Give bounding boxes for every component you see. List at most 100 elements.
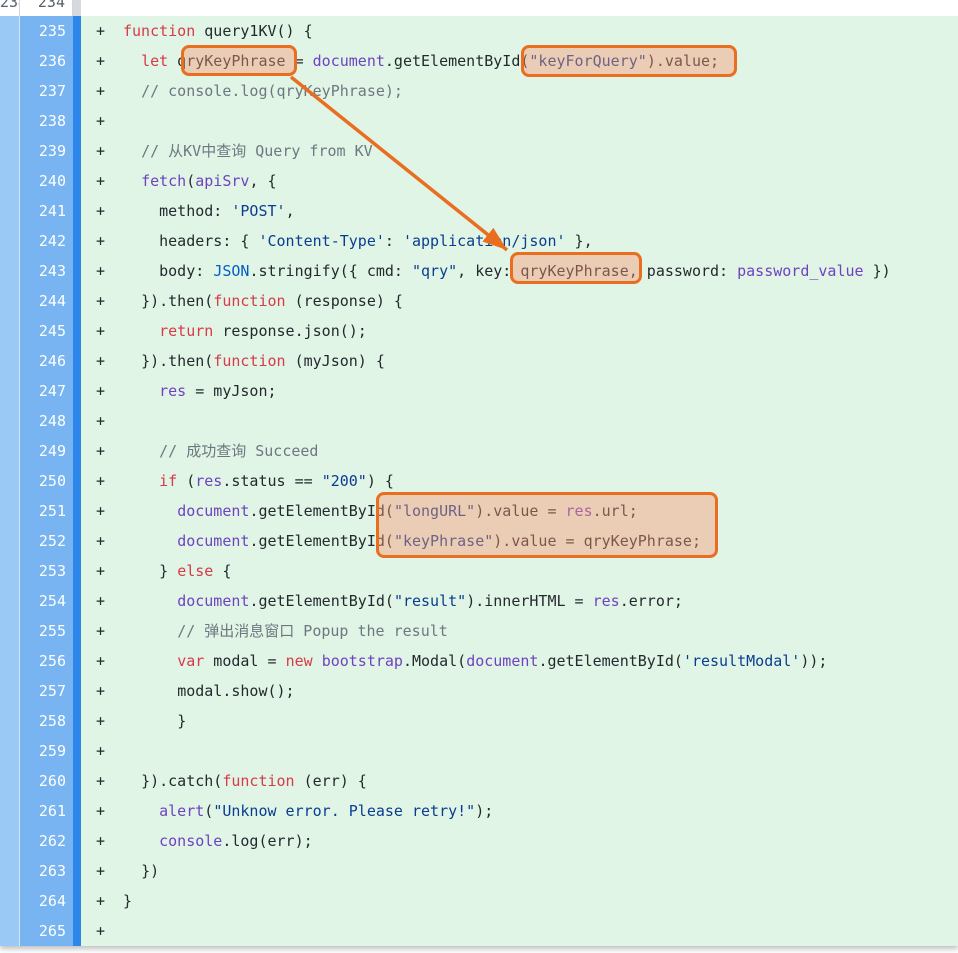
- old-line-number-cell: [0, 106, 20, 136]
- new-line-number[interactable]: 239: [20, 136, 73, 166]
- new-line-number[interactable]: 265: [20, 916, 73, 946]
- old-line-number-cell[interactable]: 234: [0, 0, 20, 16]
- added-marker-strip: [73, 406, 81, 436]
- new-line-number[interactable]: 242: [20, 226, 73, 256]
- diff-line-row: 262 + console.log(err);: [0, 826, 958, 856]
- diff-line-row: 261 + alert("Unknow error. Please retry!"…: [0, 796, 958, 826]
- code-cell: +: [81, 106, 958, 136]
- code-cell: + }).catch(function (err) {: [81, 766, 958, 796]
- added-marker-strip: [73, 76, 81, 106]
- add-marker: +: [96, 826, 105, 856]
- new-line-number[interactable]: 253: [20, 556, 73, 586]
- add-marker: +: [96, 376, 105, 406]
- code-text: }).then(function (myJson) {: [123, 346, 385, 376]
- add-marker: +: [96, 106, 105, 136]
- diff-line-row: 258+ }: [0, 706, 958, 736]
- diff-line-row: 248+: [0, 406, 958, 436]
- new-line-number[interactable]: 256: [20, 646, 73, 676]
- add-marker: +: [96, 886, 105, 916]
- old-line-number-cell: [0, 406, 20, 436]
- old-line-number-cell: [0, 586, 20, 616]
- new-line-number[interactable]: 240: [20, 166, 73, 196]
- add-marker: +: [96, 136, 105, 166]
- code-text: var modal = new bootstrap.Modal(document…: [123, 646, 827, 676]
- old-line-number-cell: [0, 556, 20, 586]
- new-line-number[interactable]: 250: [20, 466, 73, 496]
- new-line-number[interactable]: 247: [20, 376, 73, 406]
- new-line-number[interactable]: 255: [20, 616, 73, 646]
- code-text: console.log(err);: [123, 826, 313, 856]
- diff-line-row: 249 + // 成功查询 Succeed: [0, 436, 958, 466]
- code-text: } else {: [123, 556, 231, 586]
- new-line-number[interactable]: 235: [20, 16, 73, 46]
- new-line-number[interactable]: 257: [20, 676, 73, 706]
- diff-line-row: 253 + } else {: [0, 556, 958, 586]
- code-text: method: 'POST',: [123, 196, 295, 226]
- added-marker-strip: [73, 646, 81, 676]
- diff-context-row: 234 234: [0, 0, 958, 16]
- add-marker: +: [96, 916, 105, 946]
- new-line-number[interactable]: 260: [20, 766, 73, 796]
- new-line-number[interactable]: 244: [20, 286, 73, 316]
- code-cell: + document.getElementById("result").inne…: [81, 586, 958, 616]
- new-line-number: 234: [20, 0, 65, 16]
- new-line-number[interactable]: 243: [20, 256, 73, 286]
- old-line-number: 234: [0, 0, 19, 16]
- code-cell: + }).then(function (response) {: [81, 286, 958, 316]
- new-line-number[interactable]: 262: [20, 826, 73, 856]
- code-cell: + // 成功查询 Succeed: [81, 436, 958, 466]
- new-line-number[interactable]: 261: [20, 796, 73, 826]
- code-text: fetch(apiSrv, {: [123, 166, 277, 196]
- new-line-number[interactable]: 246: [20, 346, 73, 376]
- old-line-number-cell: [0, 76, 20, 106]
- old-line-number-cell: [0, 226, 20, 256]
- code-cell: + alert("Unknow error. Please retry!");: [81, 796, 958, 826]
- new-line-number[interactable]: 248: [20, 406, 73, 436]
- code-text: }: [123, 886, 132, 916]
- highlight-box-keyforquery-value: [521, 45, 737, 77]
- new-line-number[interactable]: 254: [20, 586, 73, 616]
- highlight-box-qrykeyphrase-usage: [510, 252, 642, 284]
- code-text: res = myJson;: [123, 376, 277, 406]
- new-line-number[interactable]: 237: [20, 76, 73, 106]
- old-line-number-cell: [0, 346, 20, 376]
- added-marker-strip: [73, 166, 81, 196]
- old-line-number-cell: [0, 826, 20, 856]
- code-cell: + method: 'POST',: [81, 196, 958, 226]
- added-marker-strip: [73, 376, 81, 406]
- new-line-number[interactable]: 259: [20, 736, 73, 766]
- new-line-number[interactable]: 241: [20, 196, 73, 226]
- code-cell: + console.log(err);: [81, 826, 958, 856]
- code-cell: + // 从KV中查询 Query from KV: [81, 136, 958, 166]
- diff-line-row: 235 +function query1KV() {: [0, 16, 958, 46]
- new-line-number[interactable]: 264: [20, 886, 73, 916]
- diff-marker-strip: [73, 0, 81, 16]
- add-marker: +: [96, 496, 105, 526]
- old-line-number-cell: [0, 46, 20, 76]
- added-marker-strip: [73, 556, 81, 586]
- add-marker: +: [96, 706, 105, 736]
- new-line-number[interactable]: 258: [20, 706, 73, 736]
- new-line-number[interactable]: 252: [20, 526, 73, 556]
- add-marker: +: [96, 526, 105, 556]
- code-cell: +function query1KV() {: [81, 16, 958, 46]
- new-line-number[interactable]: 263: [20, 856, 73, 886]
- add-marker: +: [96, 856, 105, 886]
- new-line-number-cell[interactable]: 234: [20, 0, 73, 16]
- diff-line-row: 240+ fetch(apiSrv, {: [0, 166, 958, 196]
- new-line-number[interactable]: 238: [20, 106, 73, 136]
- code-text: return response.json();: [123, 316, 367, 346]
- add-marker: +: [96, 316, 105, 346]
- code-cell: + }).then(function (myJson) {: [81, 346, 958, 376]
- new-line-number[interactable]: 236: [20, 46, 73, 76]
- added-marker-strip: [73, 616, 81, 646]
- diff-line-row: 256+ var modal = new bootstrap.Modal(doc…: [0, 646, 958, 676]
- old-line-number-cell: [0, 466, 20, 496]
- diff-added-lines: 235+function query1KV() {236+ let qryKey…: [0, 16, 958, 946]
- old-line-number-cell: [0, 916, 20, 946]
- add-marker: +: [96, 556, 105, 586]
- new-line-number[interactable]: 249: [20, 436, 73, 466]
- add-marker: +: [96, 766, 105, 796]
- new-line-number[interactable]: 251: [20, 496, 73, 526]
- new-line-number[interactable]: 245: [20, 316, 73, 346]
